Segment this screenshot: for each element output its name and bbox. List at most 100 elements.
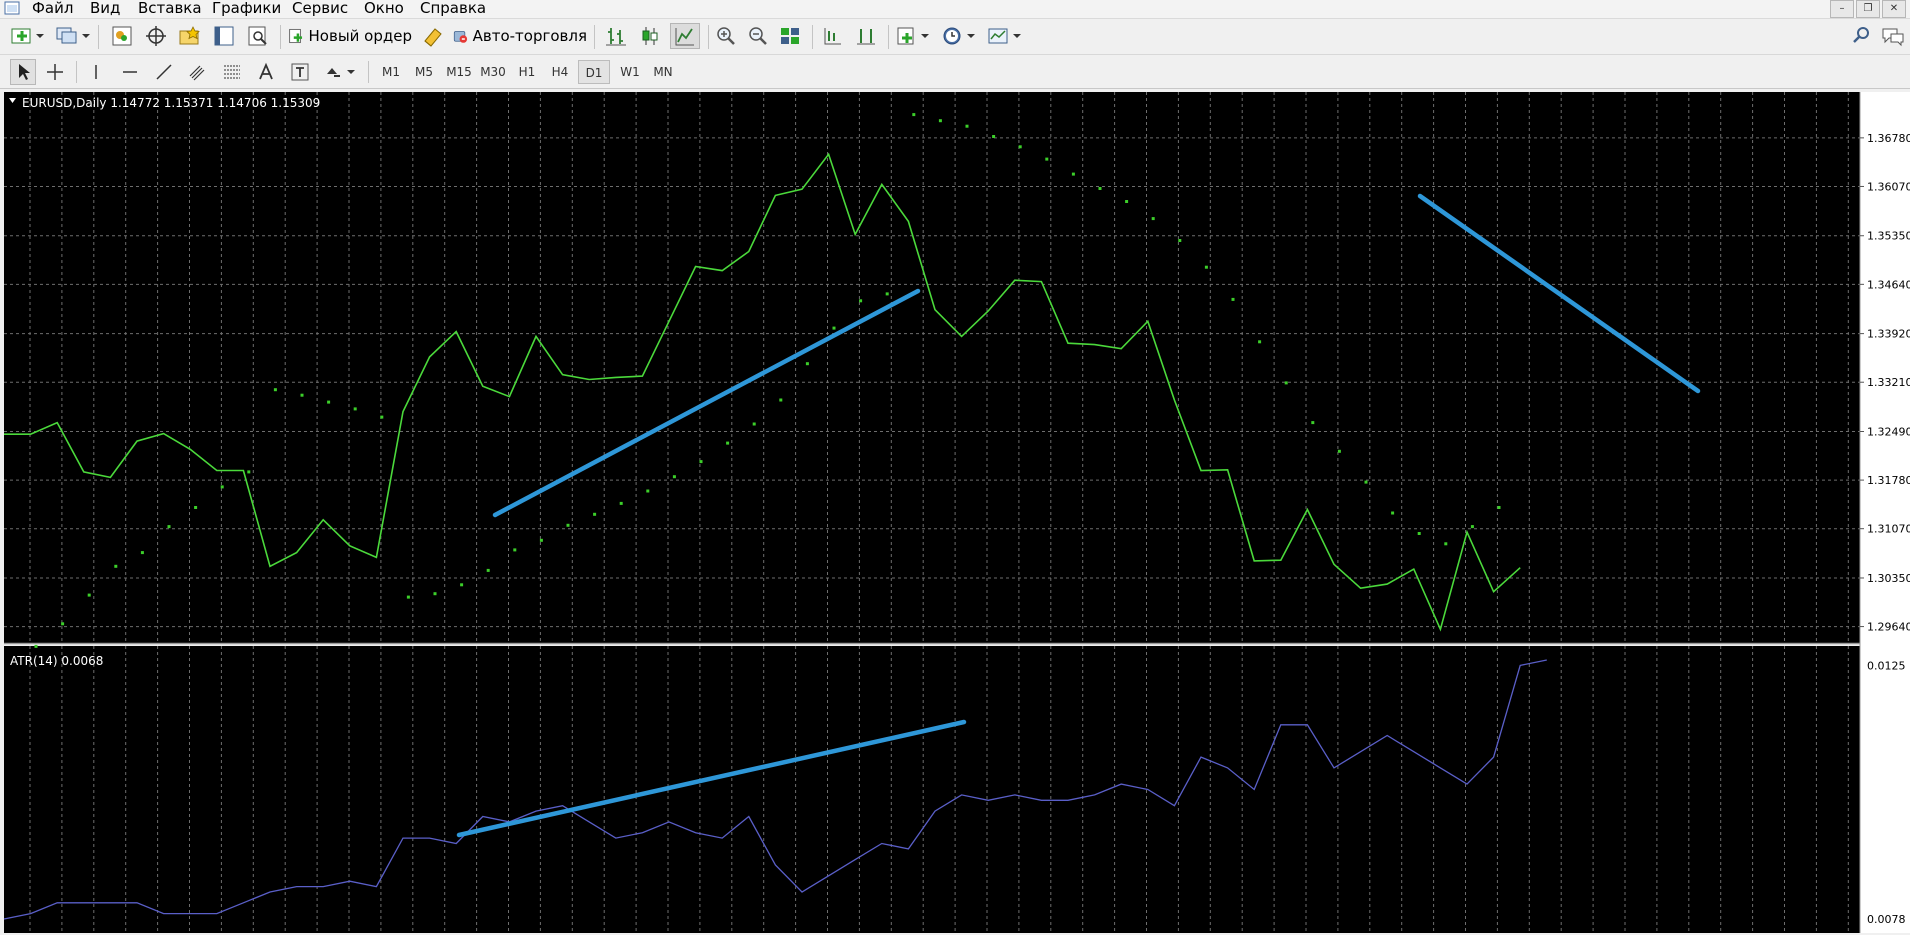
psar-dot bbox=[726, 441, 730, 445]
zoom-out-button[interactable] bbox=[744, 23, 772, 49]
navigator-button[interactable] bbox=[176, 23, 204, 49]
zoom-in-button[interactable] bbox=[712, 23, 740, 49]
psar-dot bbox=[353, 407, 357, 411]
editor-book-icon bbox=[424, 28, 442, 47]
psar-dot bbox=[593, 512, 597, 516]
toolbar-separator bbox=[812, 25, 813, 49]
chart-canvas[interactable]: 1.36780 1.36070 1.35350 1.34640 1.33920 1.332… bbox=[0, 89, 1910, 935]
timeframe-m15[interactable]: M15 bbox=[443, 60, 475, 84]
strategy-tester-button[interactable] bbox=[244, 23, 272, 49]
horizontal-line-icon bbox=[123, 71, 137, 73]
psar-dot bbox=[380, 415, 384, 419]
price-axis-label: 1.32490 bbox=[1867, 426, 1910, 439]
horizontal-line-button[interactable] bbox=[118, 59, 142, 85]
trendline-button[interactable] bbox=[152, 59, 176, 85]
profiles-icon bbox=[56, 27, 90, 44]
psar-dot bbox=[1284, 381, 1288, 385]
fibonacci-icon bbox=[224, 65, 240, 79]
magnifier-document-icon bbox=[248, 26, 267, 46]
new-chart-button[interactable] bbox=[8, 23, 46, 49]
chart-window[interactable]: 1.36780 1.36070 1.35350 1.34640 1.33920 1.332… bbox=[0, 89, 1910, 935]
text-label-button[interactable] bbox=[288, 59, 312, 85]
psar-dot bbox=[672, 475, 676, 479]
autotrading-label: Авто-торговля bbox=[472, 27, 587, 45]
price-axis-label: 1.33210 bbox=[1867, 376, 1910, 389]
equidistant-channel-icon bbox=[189, 65, 205, 81]
timeframe-m30[interactable]: M30 bbox=[477, 60, 509, 84]
psar-dot bbox=[1098, 187, 1102, 190]
metaeditor-button[interactable] bbox=[420, 23, 446, 49]
clock-icon bbox=[943, 27, 975, 45]
toolbar-separator bbox=[708, 25, 709, 49]
toolbar-separator bbox=[280, 25, 281, 49]
timeframe-mn[interactable]: MN bbox=[647, 60, 679, 84]
timeframe-w1[interactable]: W1 bbox=[614, 60, 646, 84]
menu-window[interactable]: Окно bbox=[362, 0, 406, 18]
timeframe-h1[interactable]: H1 bbox=[511, 60, 543, 84]
toolbar-separator bbox=[98, 25, 99, 49]
search-button[interactable] bbox=[1850, 23, 1874, 49]
psar-dot bbox=[779, 398, 783, 402]
close-button[interactable]: ✕ bbox=[1882, 0, 1906, 18]
timeframe-m5[interactable]: M5 bbox=[408, 60, 440, 84]
atr-info: ATR(14) 0.0068 bbox=[10, 654, 103, 668]
psar-dot bbox=[247, 470, 251, 474]
templates-button[interactable] bbox=[986, 23, 1024, 49]
profiles-button[interactable] bbox=[54, 23, 92, 49]
psar-dot bbox=[220, 485, 224, 489]
channel-button[interactable] bbox=[186, 59, 210, 85]
atr-axis-label: 0.0078 bbox=[1867, 913, 1906, 926]
psar-dot bbox=[1204, 265, 1208, 269]
cursor-button[interactable] bbox=[10, 59, 36, 85]
atr-axis-label: 0.0125 bbox=[1867, 659, 1906, 672]
menu-charts[interactable]: Графики bbox=[210, 0, 283, 18]
psar-dot bbox=[1231, 297, 1235, 301]
indicators-button[interactable] bbox=[894, 23, 932, 49]
tile-windows-button[interactable] bbox=[776, 23, 804, 49]
menu-file[interactable]: Файл bbox=[30, 0, 75, 18]
timeframe-m1[interactable]: M1 bbox=[375, 60, 407, 84]
psar-dot bbox=[539, 538, 543, 542]
menu-tools[interactable]: Сервис bbox=[290, 0, 350, 18]
candlestick-icon bbox=[642, 27, 658, 45]
psar-dot bbox=[61, 622, 65, 626]
chart-shift-button[interactable] bbox=[818, 23, 846, 49]
restore-button[interactable]: ❐ bbox=[1856, 0, 1880, 18]
data-window-button[interactable] bbox=[142, 23, 170, 49]
psar-dot bbox=[1045, 157, 1049, 161]
autoscroll-button[interactable] bbox=[852, 23, 880, 49]
symbol-info-group: EURUSD,Daily 1.14772 1.15371 1.14706 1.1… bbox=[9, 96, 320, 110]
terminal-window-icon bbox=[214, 26, 234, 46]
bar-chart-button[interactable] bbox=[602, 23, 630, 49]
candlestick-button[interactable] bbox=[636, 23, 664, 49]
text-button[interactable] bbox=[254, 59, 278, 85]
chat-button[interactable] bbox=[1880, 23, 1906, 49]
standard-toolbar: Новый ордер Авто-торговля bbox=[0, 19, 1910, 55]
menu-view[interactable]: Вид bbox=[88, 0, 122, 18]
menu-help[interactable]: Справка bbox=[418, 0, 488, 18]
timeframe-d1[interactable]: D1 bbox=[578, 60, 610, 84]
fibonacci-button[interactable] bbox=[220, 59, 244, 85]
price-axis-label: 1.33920 bbox=[1867, 328, 1910, 341]
psar-dot bbox=[965, 124, 969, 128]
periods-button[interactable] bbox=[940, 23, 978, 49]
crosshair-icon bbox=[47, 64, 63, 80]
arrows-button[interactable] bbox=[322, 59, 358, 85]
psar-dot bbox=[1444, 542, 1448, 546]
templates-icon bbox=[988, 28, 1021, 44]
psar-dot bbox=[1178, 239, 1182, 242]
drawing-toolbar: M1 M5 M15 M30 H1 H4 D1 W1 MN bbox=[0, 55, 1910, 89]
timeframe-h4[interactable]: H4 bbox=[544, 60, 576, 84]
vertical-line-button[interactable] bbox=[84, 59, 108, 85]
market-watch-icon bbox=[112, 26, 132, 46]
line-chart-button[interactable] bbox=[670, 23, 700, 49]
minimize-button[interactable]: – bbox=[1830, 0, 1854, 18]
autotrading-button[interactable]: Авто-торговля bbox=[452, 23, 587, 49]
terminal-button[interactable] bbox=[210, 23, 238, 49]
tile-windows-icon bbox=[781, 28, 799, 44]
toolbar-separator bbox=[888, 25, 889, 49]
menu-insert[interactable]: Вставка bbox=[136, 0, 204, 18]
new-order-button[interactable]: Новый ордер bbox=[288, 23, 412, 49]
market-watch-button[interactable] bbox=[108, 23, 136, 49]
crosshair-button[interactable] bbox=[42, 59, 68, 85]
